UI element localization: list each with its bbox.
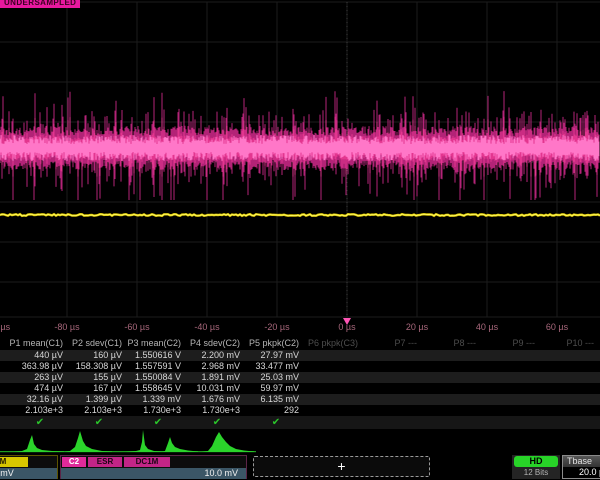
waveform-graticule (0, 0, 600, 320)
measurement-value: 1.891 mV (185, 372, 244, 383)
measurement-value: 10.031 mV (185, 383, 244, 394)
measurement-value: 1.730e+3 (185, 405, 244, 416)
measurement-header-p10[interactable]: P10 --- (539, 337, 598, 350)
measurement-value: 59.97 mV (244, 383, 303, 394)
status-check-icon: ✔ (272, 416, 280, 429)
measurement-value: 167 µV (67, 383, 126, 394)
measurement-value: 160 µV (67, 350, 126, 361)
measurement-value: 2.968 mV (185, 361, 244, 372)
histicon-p4 (160, 437, 198, 452)
measurement-header-p6[interactable]: P6 pkpk(C3) (303, 337, 362, 350)
measurement-value: 1.550084 V (126, 372, 185, 383)
timebase-label: Tbase (563, 456, 600, 467)
measurement-header-p1[interactable]: P1 mean(C1) (8, 337, 67, 350)
measurement-header-p5[interactable]: P5 pkpk(C2) (244, 337, 303, 350)
time-tick-label: -60 µs (124, 322, 149, 332)
status-check-icon: ✔ (154, 416, 162, 429)
measurement-value: 1.399 µV (67, 394, 126, 405)
measurement-value: 1.557591 V (126, 361, 185, 372)
channel-c1-descriptor[interactable]: C1 DC1M 10.0 mV (0, 455, 58, 479)
add-trace-button[interactable]: + (253, 456, 430, 477)
measurement-value: 32.16 µV (8, 394, 67, 405)
measurement-value: 33.477 mV (244, 361, 303, 372)
histicon-p5 (202, 432, 254, 452)
measurement-value: 158.308 µV (67, 361, 126, 372)
timebase-descriptor[interactable]: Tbase 20.0 µ (562, 455, 600, 479)
c2-label: C2 (62, 457, 86, 467)
c1-coupling-badge: DC1M (0, 457, 28, 467)
measurement-histicons (0, 429, 600, 455)
histicon-p1 (14, 435, 64, 452)
measurement-value: 2.103e+3 (8, 405, 67, 416)
measurement-value: 2.200 mV (185, 350, 244, 361)
bottom-bar: C1 DC1M 10.0 mV C2 ESR DC1M 10.0 mV + HD… (0, 454, 600, 480)
time-axis: -100 µs -80 µs -60 µs -40 µs -20 µs 0 µs… (0, 318, 600, 337)
channel-c2-descriptor[interactable]: C2 ESR DC1M 10.0 mV (60, 455, 247, 479)
c2-esr-badge: ESR (88, 457, 122, 467)
measurement-status-row: ✔ ✔ ✔ ✔ ✔ (8, 416, 598, 429)
trigger-position-marker[interactable] (343, 318, 351, 325)
status-check-icon: ✔ (36, 416, 44, 429)
hd-bits-label: 12 Bits (512, 467, 560, 478)
c2-scale-value: 10.0 mV (61, 468, 246, 479)
measurement-value: 1.730e+3 (126, 405, 185, 416)
time-tick-label: -40 µs (194, 322, 219, 332)
measurement-header-p8[interactable]: P8 --- (421, 337, 480, 350)
measurement-value: 474 µV (8, 383, 67, 394)
time-tick-label: 20 µs (406, 322, 428, 332)
measurement-value: 2.103e+3 (67, 405, 126, 416)
time-tick-label: 60 µs (546, 322, 568, 332)
measurement-value: 6.135 mV (244, 394, 303, 405)
time-tick-label: -20 µs (264, 322, 289, 332)
measurement-value: 263 µV (8, 372, 67, 383)
time-tick-label: -100 µs (0, 322, 10, 332)
histicon-p2 (64, 431, 112, 452)
measurement-value: 292 (244, 405, 303, 416)
measurement-value: 1.550616 V (126, 350, 185, 361)
measurement-header-p2[interactable]: P2 sdev(C1) (67, 337, 126, 350)
measurement-value: 1.339 mV (126, 394, 185, 405)
c2-coupling-badge: DC1M (124, 457, 170, 467)
oscilloscope-screen: UNDERSAMPLED -100 µs -80 µs -60 µs -40 µ… (0, 0, 600, 480)
measurement-value: 440 µV (8, 350, 67, 361)
measurement-header-p7[interactable]: P7 --- (362, 337, 421, 350)
c1-scale-value: 10.0 mV (0, 468, 57, 479)
hd-badge: HD (514, 456, 558, 467)
measurement-header-p9[interactable]: P9 --- (480, 337, 539, 350)
measurement-value: 27.97 mV (244, 350, 303, 361)
time-tick-label: 40 µs (476, 322, 498, 332)
status-check-icon: ✔ (95, 416, 103, 429)
measurement-value: 1.558645 V (126, 383, 185, 394)
time-tick-label: -80 µs (54, 322, 79, 332)
measurement-value: 25.03 mV (244, 372, 303, 383)
measurement-header-p3[interactable]: P3 mean(C2) (126, 337, 185, 350)
timebase-value: 20.0 µ (563, 467, 600, 478)
measurement-value: 1.676 mV (185, 394, 244, 405)
status-check-icon: ✔ (213, 416, 221, 429)
measurement-value: 363.98 µV (8, 361, 67, 372)
measurement-header-p4[interactable]: P4 sdev(C2) (185, 337, 244, 350)
measurement-value: 155 µV (67, 372, 126, 383)
undersampled-warning-badge: UNDERSAMPLED (0, 0, 80, 8)
measurement-table: P1 mean(C1) P2 sdev(C1) P3 mean(C2) P4 s… (8, 337, 598, 416)
histicon-p3 (126, 430, 162, 452)
hd-mode-indicator[interactable]: HD 12 Bits (512, 455, 560, 479)
